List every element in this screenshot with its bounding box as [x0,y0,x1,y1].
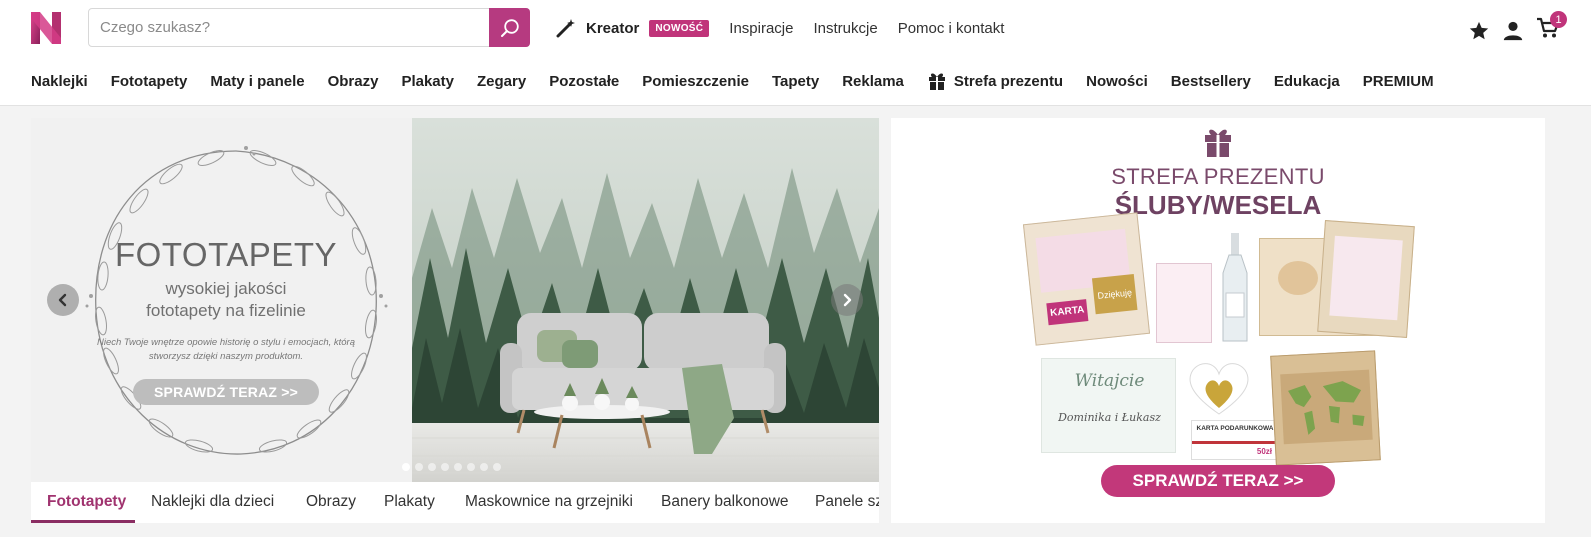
kreator-label: Kreator [586,19,640,37]
tab-maskownice-na-grzejniki[interactable]: Maskownice na grzejniki [465,493,633,511]
main-navigation: Naklejki Fototapety Maty i panele Obrazy… [31,70,1434,92]
search-box [88,8,530,47]
nav-item-premium[interactable]: PREMIUM [1363,73,1434,90]
gift-card-label: KARTA PODARUNKOWA [1196,425,1274,432]
welcome-sign-product: Witajcie Dominika i Łukasz [1041,358,1176,453]
site-header: Kreator NOWOŚĆ Inspiracje Instrukcje Pom… [0,0,1591,106]
chevron-left-icon [58,293,67,307]
tab-naklejki-dla-dzieci[interactable]: Naklejki dla dzieci [151,493,274,511]
gift-icon [1205,129,1231,157]
slide-title: FOTOTAPETY [115,236,337,273]
slider-dot[interactable] [428,463,436,471]
tab-panele[interactable]: Panele sz [815,493,879,511]
new-badge: NOWOŚĆ [649,19,710,37]
slide-description: Niech Twoje wnętrze opowie historię o st… [96,337,356,362]
star-icon[interactable] [1468,20,1490,42]
karta-label: KARTA [1046,299,1089,326]
header-actions: 1 [1468,11,1567,44]
tab-banery-balkonowe[interactable]: Banery balkonowe [661,493,789,511]
nav-item-strefa-prezentu-label: Strefa prezentu [953,72,1064,90]
vodka-bottle-product [1221,233,1249,345]
nav-item-plakaty[interactable]: Plakaty [401,73,454,90]
nav-item-zegary[interactable]: Zegary [477,73,526,90]
slider-dot[interactable] [467,463,475,471]
slide-subtitle-line2: fototapety na fizelinie [146,301,306,320]
welcome-sign-names: Dominika i Łukasz [1058,411,1161,424]
kreator-link[interactable]: Kreator NOWOŚĆ [556,18,710,38]
nav-item-nowosci[interactable]: Nowości [1086,73,1148,90]
slider-dot[interactable] [441,463,449,471]
help-contact-link[interactable]: Pomoc i kontakt [898,20,1005,37]
top-navigation: Kreator NOWOŚĆ Inspiracje Instrukcje Pom… [556,16,1004,40]
nav-item-fototapety[interactable]: Fototapety [111,73,188,90]
nav-item-naklejki[interactable]: Naklejki [31,73,88,90]
slider-pagination [402,463,501,471]
forest-sofa-photo [412,118,879,482]
nav-item-obrazy[interactable]: Obrazy [328,73,379,90]
slider-prev-button[interactable] [47,284,79,316]
brand-logo[interactable] [31,12,61,44]
chevron-right-icon [843,293,852,307]
slide-caption: FOTOTAPETY wysokiej jakości fototapety n… [91,236,361,405]
nav-item-strefa-prezentu[interactable]: Strefa prezentu [927,71,1063,91]
instrukcje-link[interactable]: Instrukcje [813,20,877,37]
active-tab-indicator [31,520,135,523]
nav-item-reklama[interactable]: Reklama [842,73,904,90]
category-tabs: Fototapety Naklejki dla dzieci Obrazy Pl… [31,482,879,523]
promo-title: STREFA PREZENTU [1111,164,1325,189]
slide-subtitle-line1: wysokiej jakości [165,279,287,298]
thank-you-heart: Dziękuję [1091,274,1138,315]
photo-frame-product: KARTA Dziękuję [1022,212,1151,346]
nav-item-pomieszczenie[interactable]: Pomieszczenie [642,73,749,90]
nav-item-bestsellery[interactable]: Bestsellery [1171,73,1251,90]
user-icon[interactable] [1502,20,1524,42]
magic-wand-icon [556,19,575,38]
slider-dot[interactable] [454,463,462,471]
search-input[interactable] [89,9,489,46]
wedding-frame-product [1317,219,1415,339]
gift-zone-promo-banner[interactable]: STREFA PREZENTU ŚLUBY/WESELA KARTA Dzięk… [891,118,1545,523]
slide-cta-button[interactable]: SPRAWDŹ TERAZ >> [133,379,319,405]
hero-slider[interactable]: FOTOTAPETY wysokiej jakości fototapety n… [31,118,879,482]
tab-obrazy[interactable]: Obrazy [306,493,356,511]
gift-card-amount: 50zł [1256,447,1272,456]
tab-plakaty[interactable]: Plakaty [384,493,435,511]
slider-dot[interactable] [493,463,501,471]
glass-trophy-product [1156,263,1212,343]
slider-next-button[interactable] [831,284,863,316]
world-map-wooden-product [1270,350,1381,466]
slider-dot[interactable] [415,463,423,471]
inspiracje-link[interactable]: Inspiracje [729,20,793,37]
gift-card-product: KARTA PODARUNKOWA 50zł [1191,420,1278,460]
nav-item-tapety[interactable]: Tapety [772,73,819,90]
cart-count-badge: 1 [1550,11,1567,28]
search-icon [500,18,519,37]
search-button[interactable] [489,8,530,47]
promo-subtitle: ŚLUBY/WESELA [1114,190,1322,220]
welcome-sign-text: Witajcie [1074,371,1145,391]
heart-magnet-product [1183,358,1255,418]
promo-cta-button[interactable]: SPRAWDŹ TERAZ >> [1101,465,1335,497]
cart-button[interactable]: 1 [1536,11,1567,44]
slider-dot[interactable] [402,463,410,471]
nav-item-maty-i-panele[interactable]: Maty i panele [210,73,304,90]
tab-fototapety[interactable]: Fototapety [47,493,126,511]
slider-dot[interactable] [480,463,488,471]
gift-icon [928,73,945,90]
nav-item-pozostale[interactable]: Pozostałe [549,73,619,90]
nav-item-edukacja[interactable]: Edukacja [1274,73,1340,90]
